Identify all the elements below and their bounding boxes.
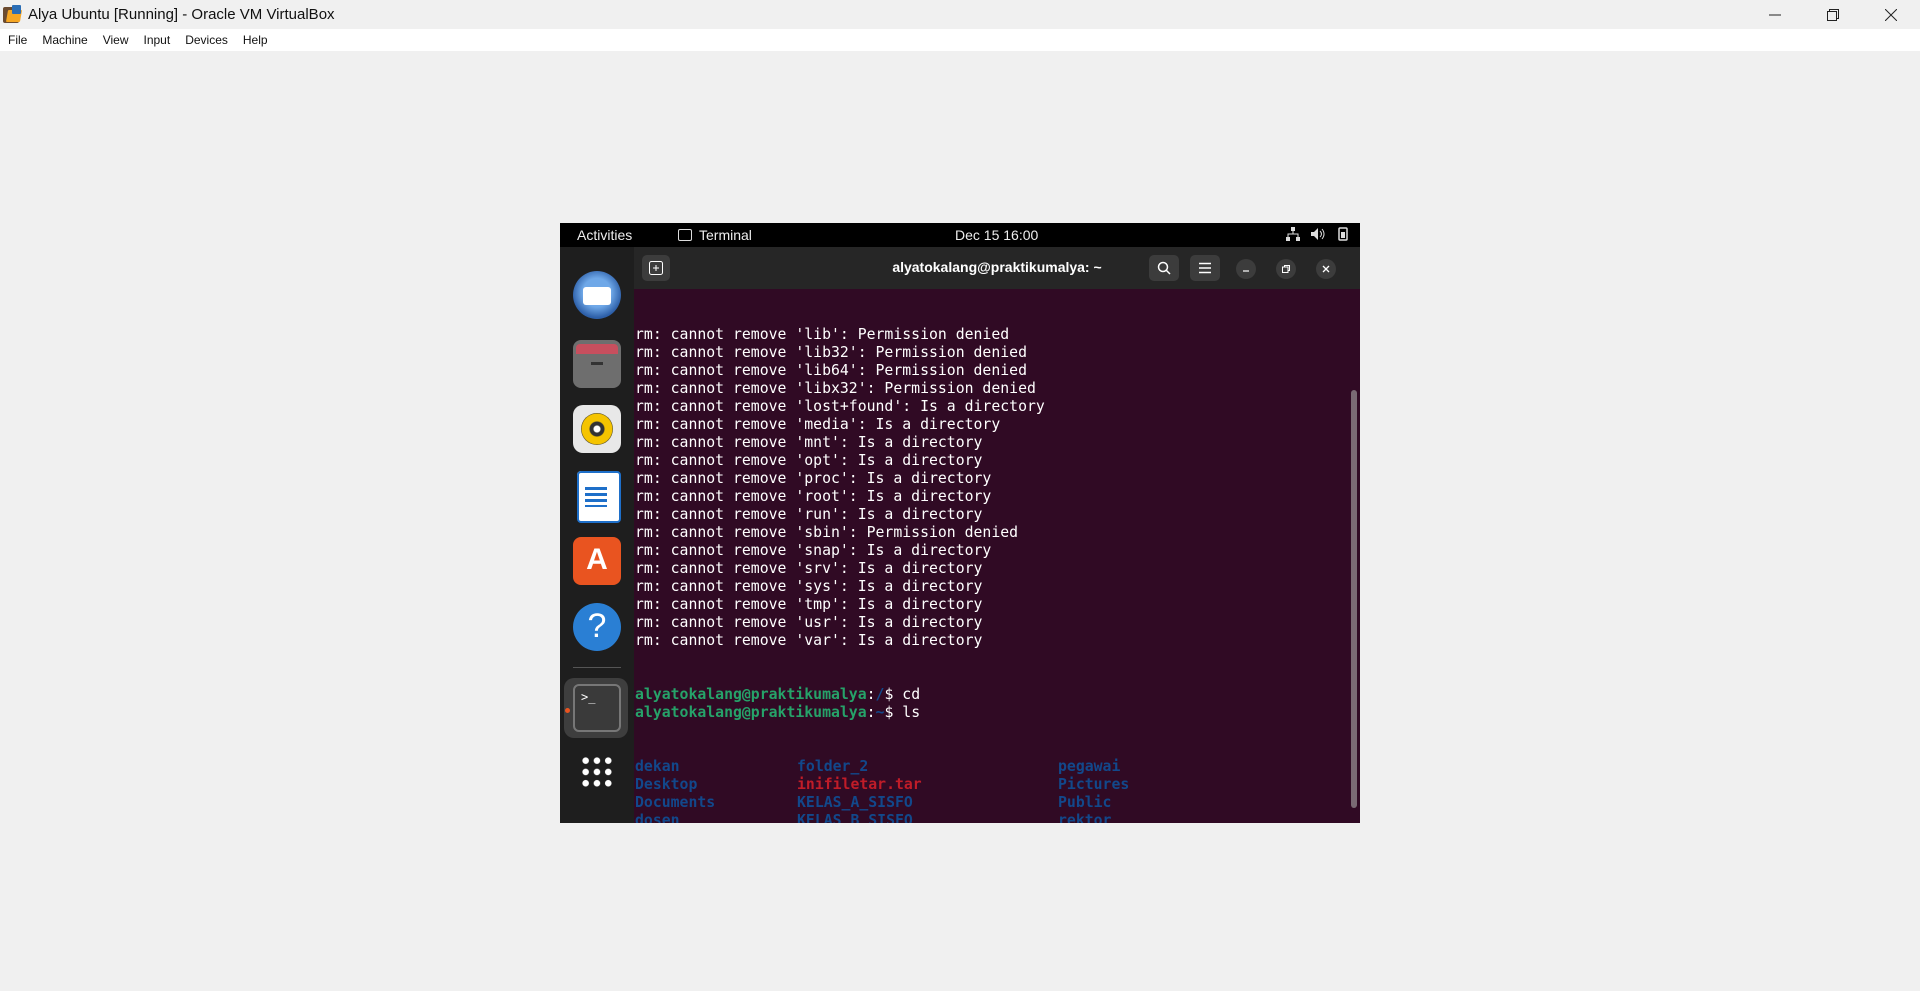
- virtualbox-icon: [3, 4, 23, 25]
- command-text: ls: [902, 704, 921, 721]
- window-title: Alya Ubuntu [Running] - Oracle VM Virtua…: [28, 6, 335, 23]
- search-button[interactable]: [1149, 255, 1179, 281]
- terminal-output-line: rm: cannot remove 'srv': Is a directory: [635, 560, 983, 577]
- ls-output-row: dosen KELAS_B_SISFO rektor: [635, 812, 1111, 823]
- terminal-output: rm: cannot remove 'lib': Permission deni…: [635, 290, 1129, 823]
- terminal-scrollbar[interactable]: [1351, 390, 1357, 808]
- close-icon: [1322, 265, 1330, 273]
- menu-help[interactable]: Help: [235, 33, 275, 47]
- show-apps-icon[interactable]: [580, 755, 614, 789]
- ubuntu-dock: [560, 247, 634, 823]
- terminal-output-line: rm: cannot remove 'opt': Is a directory: [635, 452, 983, 469]
- app-menu-label: Terminal: [699, 227, 752, 243]
- terminal-output-line: rm: cannot remove 'var': Is a directory: [635, 632, 983, 649]
- terminal-restore-button[interactable]: [1276, 259, 1296, 279]
- terminal-icon[interactable]: [573, 684, 621, 732]
- system-tray[interactable]: [1286, 227, 1350, 241]
- ls-output-row: Desktop inifiletar.tar Pictures: [635, 776, 1129, 794]
- close-button[interactable]: [1862, 0, 1920, 29]
- dock-separator: [573, 667, 621, 668]
- close-icon: [1885, 8, 1897, 21]
- window-titlebar: Alya Ubuntu [Running] - Oracle VM Virtua…: [0, 0, 1920, 29]
- terminal-output-line: rm: cannot remove 'root': Is a directory: [635, 488, 992, 505]
- ls-entry: Desktop: [635, 776, 698, 793]
- power-icon: [1338, 227, 1348, 241]
- terminal-output-line: rm: cannot remove 'sys': Is a directory: [635, 578, 983, 595]
- app-center-icon[interactable]: [573, 537, 621, 585]
- command-line: alyatokalang@praktikumalya:~$ ls: [635, 704, 921, 721]
- menu-input[interactable]: Input: [136, 33, 178, 47]
- ls-entry: folder_2: [797, 758, 869, 775]
- terminal-output-line: rm: cannot remove 'sbin': Permission den…: [635, 524, 1019, 541]
- ls-entry: KELAS_B_SISFO: [797, 812, 913, 823]
- ls-entry: inifiletar.tar: [797, 776, 922, 793]
- ls-entry: Public: [1058, 794, 1112, 811]
- terminal-output-line: rm: cannot remove 'mnt': Is a directory: [635, 434, 983, 451]
- terminal-output-line: rm: cannot remove 'media': Is a director…: [635, 416, 1001, 433]
- menu-bar: File Machine View Input Devices Help: [0, 29, 1920, 51]
- menu-machine[interactable]: Machine: [34, 33, 94, 47]
- terminal-body[interactable]: rm: cannot remove 'lib': Permission deni…: [634, 289, 1360, 823]
- help-icon[interactable]: [573, 603, 621, 651]
- vm-screen[interactable]: Activities Terminal Dec 15 16:00 alyatok…: [560, 223, 1360, 823]
- minimize-button[interactable]: [1746, 0, 1804, 29]
- menu-file[interactable]: File: [0, 33, 34, 47]
- terminal-output-line: rm: cannot remove 'snap': Is a directory: [635, 542, 992, 559]
- terminal-headerbar: alyatokalang@praktikumalya: ~: [634, 247, 1360, 289]
- terminal-output-line: rm: cannot remove 'usr': Is a directory: [635, 614, 983, 631]
- ls-entry: pegawai: [1058, 758, 1121, 775]
- terminal-close-button[interactable]: [1316, 259, 1336, 279]
- thunderbird-icon[interactable]: [573, 271, 621, 319]
- terminal-output-line: rm: cannot remove 'run': Is a directory: [635, 506, 983, 523]
- terminal-output-line: rm: cannot remove 'proc': Is a directory: [635, 470, 992, 487]
- ubuntu-top-bar: Activities Terminal Dec 15 16:00: [560, 223, 1360, 247]
- libreoffice-writer-icon[interactable]: [577, 471, 621, 523]
- ls-output-row: Documents KELAS_A_SISFO Public: [635, 794, 1111, 812]
- minimize-icon: [1769, 14, 1781, 15]
- terminal-output-line: rm: cannot remove 'lost+found': Is a dir…: [635, 398, 1045, 415]
- terminal-minimize-button[interactable]: [1236, 259, 1256, 279]
- ls-entry: dosen: [635, 812, 680, 823]
- hamburger-menu-button[interactable]: [1190, 255, 1220, 281]
- command-text: cd: [902, 686, 921, 703]
- terminal-app-icon: [678, 229, 692, 241]
- menu-devices[interactable]: Devices: [177, 33, 235, 47]
- network-icon: [1286, 227, 1300, 241]
- app-menu[interactable]: Terminal: [678, 227, 752, 243]
- terminal-output-line: rm: cannot remove 'lib': Permission deni…: [635, 326, 1010, 343]
- clock[interactable]: Dec 15 16:00: [955, 227, 1038, 243]
- files-icon[interactable]: [573, 340, 621, 388]
- ls-entry: rektor: [1058, 812, 1112, 823]
- terminal-output-line: rm: cannot remove 'tmp': Is a directory: [635, 596, 983, 613]
- prompt-user: alyatokalang@praktikumalya: [635, 686, 867, 703]
- volume-icon: [1311, 228, 1325, 240]
- restore-icon: [1282, 265, 1290, 273]
- restore-icon: [1827, 8, 1839, 21]
- ls-output-row: dekan folder_2 pegawai: [635, 758, 1120, 776]
- ls-entry: Documents: [635, 794, 716, 811]
- minimize-icon: [1243, 270, 1249, 272]
- prompt-path: ~: [875, 704, 885, 721]
- hamburger-icon: [1199, 262, 1211, 274]
- prompt-user: alyatokalang@praktikumalya: [635, 704, 867, 721]
- search-icon: [1157, 261, 1171, 275]
- activities-button[interactable]: Activities: [577, 227, 632, 243]
- menu-view[interactable]: View: [95, 33, 136, 47]
- terminal-output-line: rm: cannot remove 'libx32': Permission d…: [635, 380, 1036, 397]
- terminal-output-line: rm: cannot remove 'lib32': Permission de…: [635, 344, 1027, 361]
- ls-entry: KELAS_A_SISFO: [797, 794, 913, 811]
- ls-entry: Pictures: [1058, 776, 1130, 793]
- terminal-output-line: rm: cannot remove 'lib64': Permission de…: [635, 362, 1027, 379]
- command-line: alyatokalang@praktikumalya:/$ cd: [635, 686, 921, 703]
- restore-button[interactable]: [1804, 0, 1862, 29]
- rhythmbox-icon[interactable]: [573, 405, 621, 453]
- ls-entry: dekan: [635, 758, 680, 775]
- prompt-path: /: [875, 686, 885, 703]
- running-indicator: [565, 708, 570, 713]
